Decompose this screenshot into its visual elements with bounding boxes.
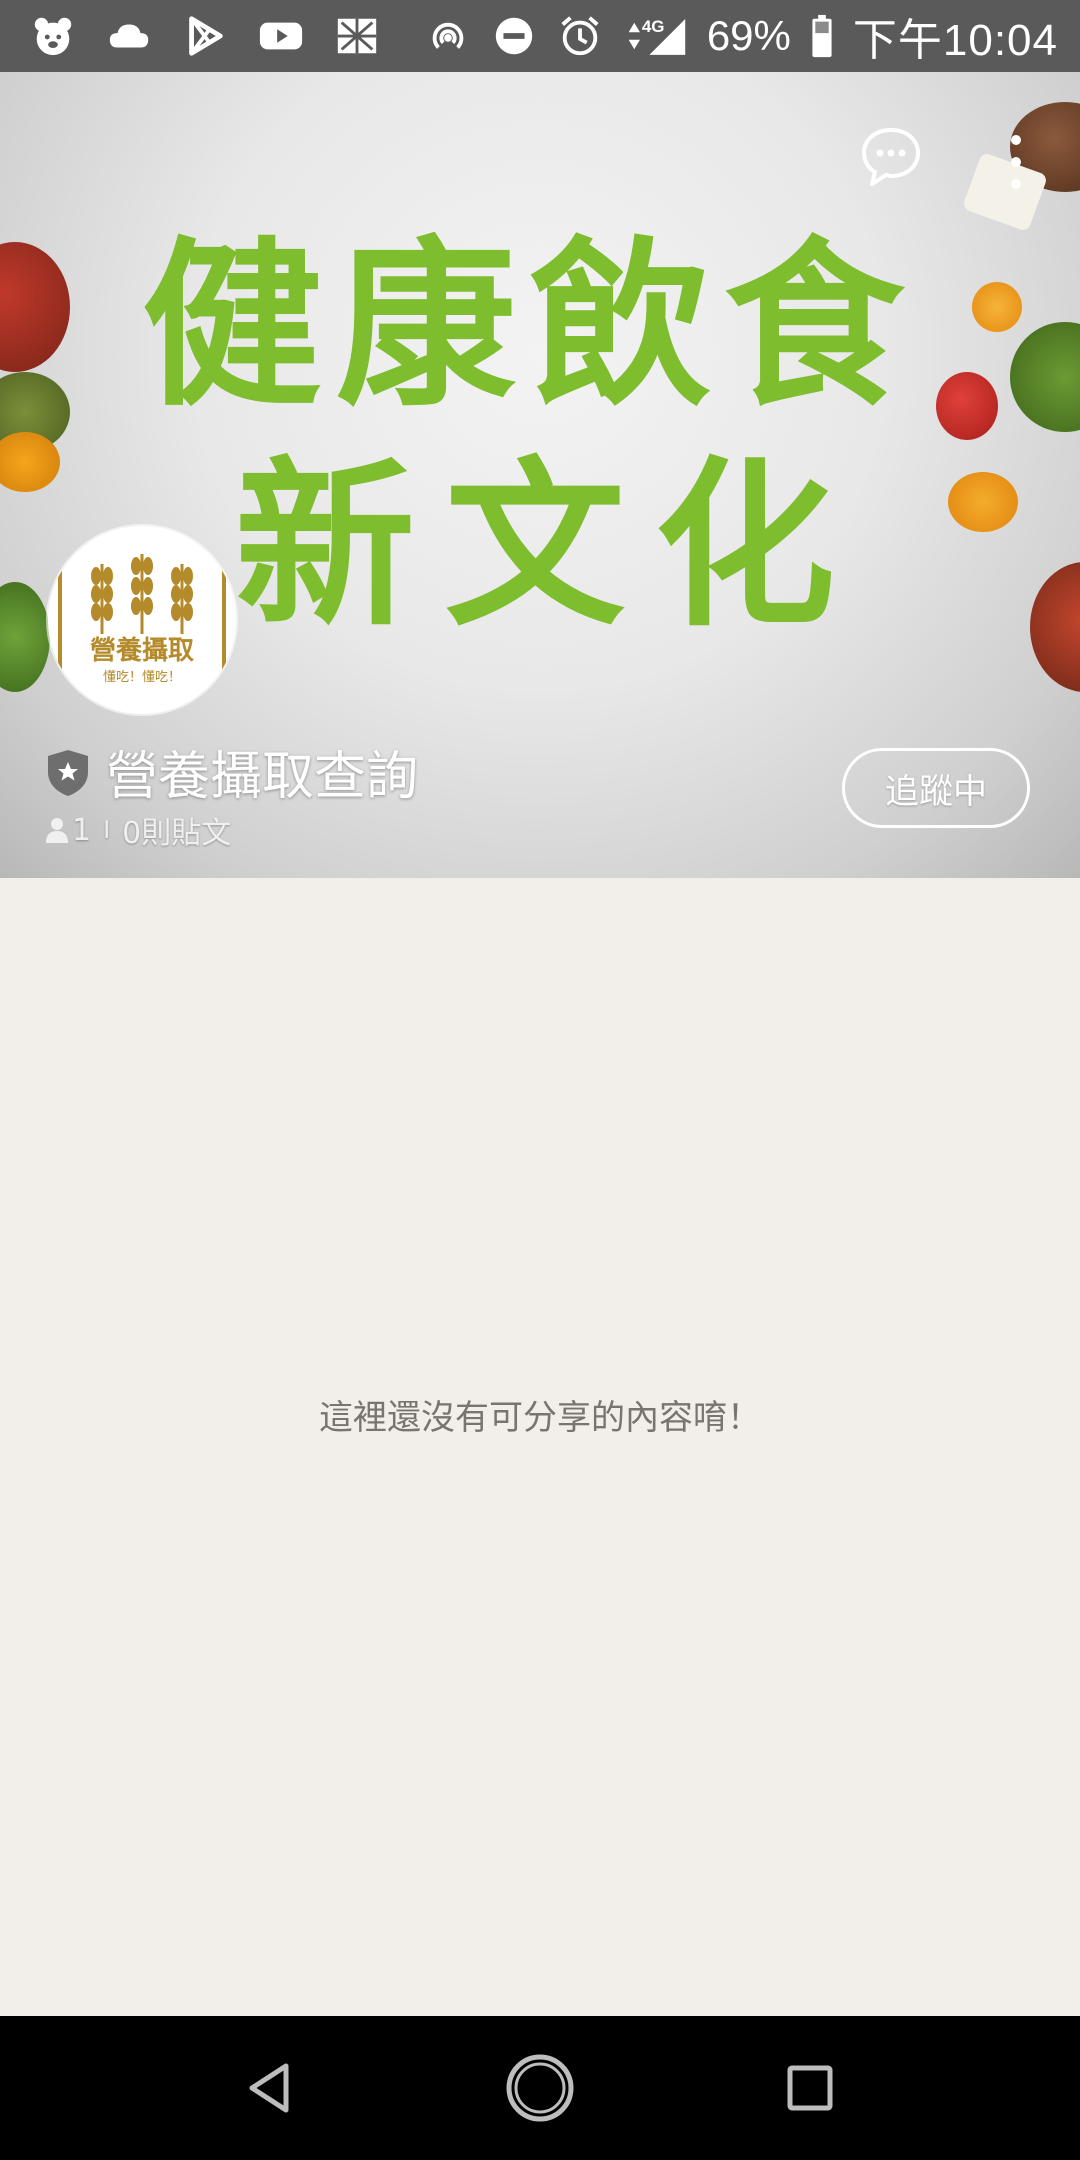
following-button[interactable]: 追蹤中 [842,748,1030,828]
status-bar: 4G 69% 下午10:04 [0,0,1080,72]
page-name: 營養攝取查詢 [106,747,419,807]
follower-count: 1 [72,812,92,848]
battery-percent: 69% [706,12,791,59]
dnd-icon [489,11,539,61]
page-stats: 1 I 0則貼文 [46,808,231,852]
follower-person-icon [46,818,68,843]
red-tomato-decoration [936,372,998,440]
banner-title-line1: 健康飲食 [141,222,918,431]
clock: 下午10:04 [852,16,1058,65]
post-count: 0則貼文 [122,816,232,851]
chat-bubble-icon [862,128,920,186]
tomato-decoration [0,242,70,372]
feed-area: 這裡還沒有可分享的內容唷！ [0,878,1080,2016]
orange-decoration [972,282,1022,332]
more-vert-icon [1011,135,1021,189]
bear-icon [28,11,78,61]
back-icon [249,2063,289,2113]
empty-state-message: 這裡還沒有可分享的內容唷！ [319,1398,761,1438]
battery-icon [807,11,837,61]
status-bar-system: 4G 69% 下午10:04 [423,10,1058,65]
chat-button[interactable] [858,124,924,190]
recents-button[interactable] [770,2048,850,2128]
signal-icon: 4G [621,11,691,61]
alarm-icon [555,11,605,61]
stats-separator: I [103,816,111,844]
banner-title-line2: 新文化 [234,442,865,651]
home-button[interactable] [500,2048,580,2128]
navigation-bar [0,2016,1080,2160]
official-shield-icon [48,750,88,796]
avatar-subtitle: 懂吃！懂吃！ [102,670,181,685]
recents-icon [787,2065,833,2111]
hotspot-icon [423,11,473,61]
status-bar-notifications [28,10,382,62]
page-avatar[interactable]: 營養攝取 懂吃！懂吃！ [48,526,236,714]
sliced-tomato-decoration [1030,562,1080,692]
cloud-icon [104,11,154,61]
wheat-icon [91,554,193,634]
lettuce-decoration [1010,322,1080,432]
youtube-icon [256,11,306,61]
network-type-label: 4G [642,17,665,36]
play-store-icon [180,11,230,61]
more-options-button[interactable] [996,124,1036,204]
home-icon [506,2054,574,2122]
yellow-tomato-decoration [948,472,1018,532]
cover-photo: 健康飲食 新文化 營養攝取 懂吃！懂吃！ 營養攝取查詢 1 I 0則貼文 追蹤中 [0,72,1080,878]
back-button[interactable] [230,2048,310,2128]
avatar-title: 營養攝取 [89,636,194,666]
gallery-icon [332,11,382,61]
leaf-decoration [0,582,50,692]
pepper-decoration [0,432,60,492]
